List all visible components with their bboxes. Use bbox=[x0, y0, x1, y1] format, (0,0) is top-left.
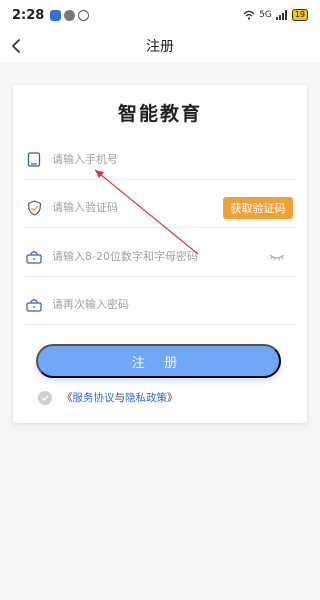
network-label: 5G bbox=[259, 10, 272, 20]
register-button[interactable]: 注 册 bbox=[36, 344, 281, 378]
brand-title: 智能教育 bbox=[117, 103, 202, 125]
agreement-close: 》 bbox=[167, 392, 178, 404]
password-row bbox=[24, 237, 297, 277]
eye-closed-icon[interactable] bbox=[269, 252, 285, 262]
app-notification-icon bbox=[50, 9, 62, 21]
shield-check-icon bbox=[26, 199, 42, 216]
lock-icon bbox=[26, 249, 42, 265]
get-code-button[interactable]: 获取验证码 bbox=[223, 196, 293, 219]
register-card: 智能教育 获取验证码 注 册 《 服务协议 与 隐私政策 》 bbox=[13, 85, 307, 423]
status-app-icons bbox=[50, 9, 90, 21]
phone-input[interactable] bbox=[52, 153, 297, 166]
password-input[interactable] bbox=[52, 250, 269, 263]
wifi-icon bbox=[243, 10, 255, 20]
service-agreement-link[interactable]: 服务协议 bbox=[73, 390, 115, 405]
back-button[interactable] bbox=[10, 37, 28, 55]
status-time: 2:28 bbox=[12, 7, 45, 23]
status-right: 5G 19 bbox=[243, 9, 308, 21]
page-title: 注册 bbox=[146, 39, 174, 55]
app-notification-icon-2 bbox=[64, 9, 76, 21]
agreement-open: 《 bbox=[62, 392, 73, 404]
confirm-password-input[interactable] bbox=[52, 298, 297, 311]
chevron-left-icon bbox=[12, 39, 20, 53]
code-row: 获取验证码 bbox=[24, 188, 297, 228]
code-input[interactable] bbox=[52, 201, 223, 214]
agreement-and: 与 bbox=[114, 392, 126, 404]
check-icon bbox=[41, 395, 49, 401]
signal-icon bbox=[275, 10, 287, 20]
confirm-row bbox=[24, 285, 297, 325]
status-bar: 2:28 5G 19 bbox=[0, 0, 320, 30]
phone-row bbox=[24, 140, 297, 180]
agreement-checkbox[interactable] bbox=[38, 390, 52, 405]
message-icon bbox=[78, 9, 90, 21]
lock-icon bbox=[26, 297, 42, 313]
phone-icon bbox=[26, 151, 42, 168]
agreement-row: 《 服务协议 与 隐私政策 》 bbox=[38, 390, 178, 405]
app-header: 注册 bbox=[0, 30, 320, 62]
privacy-policy-link[interactable]: 隐私政策 bbox=[125, 390, 167, 405]
battery-indicator: 19 bbox=[291, 9, 308, 21]
